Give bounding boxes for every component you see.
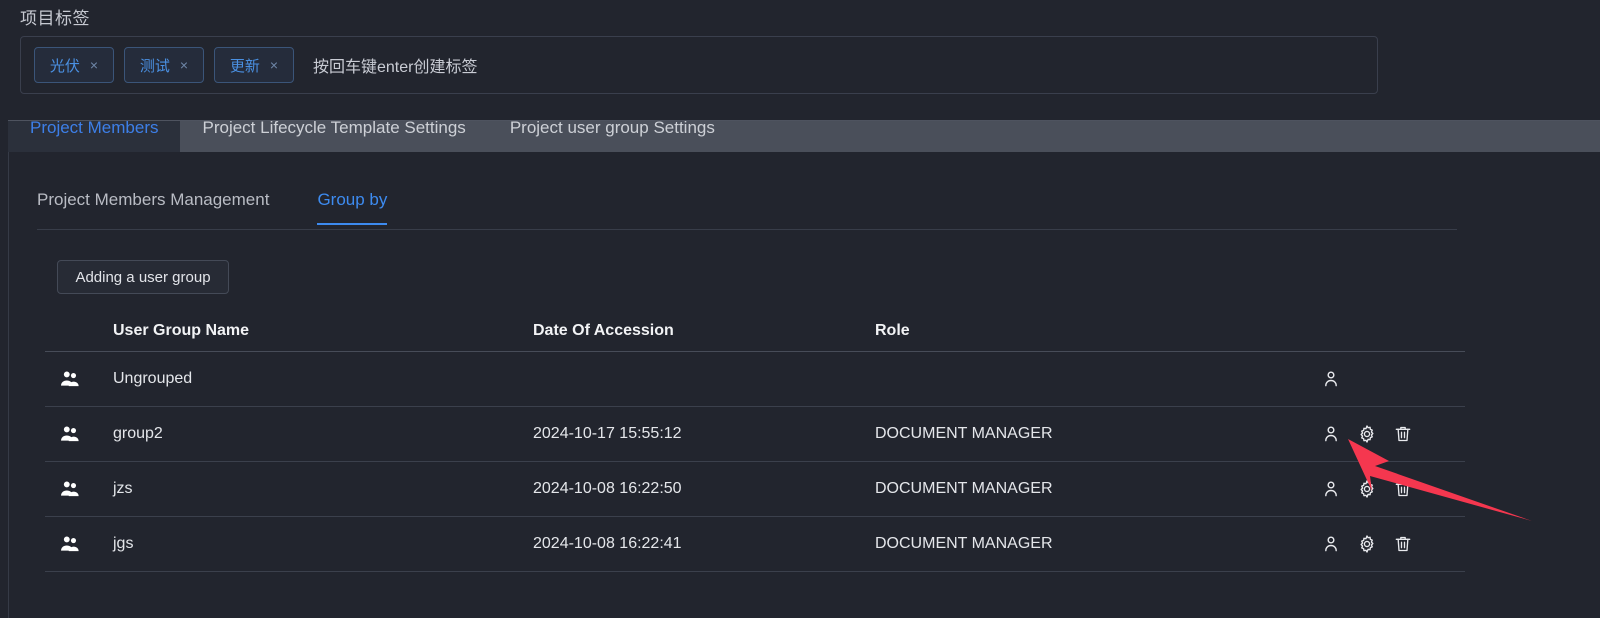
cell-actions: [1275, 369, 1465, 389]
cell-actions: [1275, 424, 1465, 444]
subtab-label: Group by: [317, 190, 388, 209]
tag-input-placeholder[interactable]: 按回车键enter创建标签: [313, 53, 477, 77]
tag-chip[interactable]: 光伏 ×: [34, 47, 114, 83]
tag-chip-label: 光伏: [49, 57, 80, 75]
project-tags-input-box[interactable]: 光伏 × 测试 × 更新 × 按回车键enter创建标签: [20, 36, 1378, 94]
cell-user-group-name: Ungrouped: [113, 370, 193, 387]
cell-actions: [1275, 479, 1465, 499]
manage-members-icon[interactable]: [1321, 479, 1341, 499]
tag-remove-icon[interactable]: ×: [270, 58, 278, 72]
add-user-group-button[interactable]: Adding a user group: [57, 260, 229, 294]
user-group-icon: [61, 371, 79, 387]
user-groups-table: User Group Name Date Of Accession Role U…: [45, 310, 1465, 572]
tag-chip-label: 更新: [229, 57, 260, 75]
action-slot-empty: [1357, 369, 1377, 389]
tag-chip[interactable]: 测试 ×: [124, 47, 204, 83]
cell-user-group-name: jzs: [113, 480, 133, 497]
delete-trash-icon[interactable]: [1393, 479, 1413, 499]
cell-role: DOCUMENT MANAGER: [875, 425, 1053, 442]
user-group-icon: [61, 481, 79, 497]
tag-remove-icon[interactable]: ×: [180, 58, 188, 72]
project-tags-label: 项目标签: [20, 9, 90, 28]
delete-trash-icon[interactable]: [1393, 424, 1413, 444]
cell-date-of-accession: 2024-10-17 15:55:12: [533, 425, 682, 442]
tag-chip-label: 测试: [139, 57, 170, 75]
column-header-date-of-accession: Date Of Accession: [533, 321, 674, 339]
cell-date-of-accession: 2024-10-08 16:22:50: [533, 480, 682, 497]
row-icon-cell: [45, 533, 113, 555]
cell-actions: [1275, 534, 1465, 554]
cell-user-group-name: jgs: [113, 535, 134, 552]
column-header-user-group-name: User Group Name: [113, 321, 250, 339]
project-members-panel: Project Members Management Group by Addi…: [8, 152, 1600, 618]
tag-remove-icon[interactable]: ×: [90, 58, 98, 72]
tab-project-user-group-settings[interactable]: Project user group Settings: [488, 120, 737, 152]
main-tabstrip: Project Members Project Lifecycle Templa…: [8, 120, 1600, 152]
cell-date-of-accession: 2024-10-08 16:22:41: [533, 535, 682, 552]
row-icon-cell: [45, 478, 113, 500]
action-slot-empty: [1393, 369, 1413, 389]
table-row[interactable]: jgs 2024-10-08 16:22:41 DOCUMENT MANAGER: [45, 517, 1465, 572]
table-row[interactable]: group2 2024-10-17 15:55:12 DOCUMENT MANA…: [45, 407, 1465, 462]
settings-gear-icon[interactable]: [1357, 479, 1377, 499]
tab-project-lifecycle-template-settings[interactable]: Project Lifecycle Template Settings: [180, 120, 487, 152]
settings-gear-icon[interactable]: [1357, 534, 1377, 554]
cell-user-group-name: group2: [113, 425, 163, 442]
row-icon-cell: [45, 423, 113, 445]
settings-gear-icon[interactable]: [1357, 424, 1377, 444]
table-row[interactable]: Ungrouped: [45, 352, 1465, 407]
manage-members-icon[interactable]: [1321, 424, 1341, 444]
subtab-group-by[interactable]: Group by: [317, 190, 388, 225]
user-group-icon: [61, 426, 79, 442]
tab-label: Project Members: [30, 120, 159, 137]
sub-tabbar: Project Members Management Group by: [37, 190, 1457, 230]
tab-project-members[interactable]: Project Members: [8, 120, 181, 152]
row-icon-cell: [45, 368, 113, 390]
project-tags-panel: 项目标签 光伏 × 测试 × 更新 × 按回车键enter创建标签: [0, 0, 1600, 120]
cell-role: DOCUMENT MANAGER: [875, 535, 1053, 552]
manage-members-icon[interactable]: [1321, 534, 1341, 554]
subtab-label: Project Members Management: [37, 190, 270, 209]
subtab-project-members-management[interactable]: Project Members Management: [37, 190, 269, 224]
table-row[interactable]: jzs 2024-10-08 16:22:50 DOCUMENT MANAGER: [45, 462, 1465, 517]
column-header-role: Role: [875, 321, 910, 339]
delete-trash-icon[interactable]: [1393, 534, 1413, 554]
cell-role: DOCUMENT MANAGER: [875, 480, 1053, 497]
tab-label: Project user group Settings: [509, 120, 715, 137]
tag-chip[interactable]: 更新 ×: [214, 47, 294, 83]
user-group-icon: [61, 536, 79, 552]
table-header-row: User Group Name Date Of Accession Role: [45, 310, 1465, 352]
manage-members-icon[interactable]: [1321, 369, 1341, 389]
tab-label: Project Lifecycle Template Settings: [202, 120, 466, 137]
